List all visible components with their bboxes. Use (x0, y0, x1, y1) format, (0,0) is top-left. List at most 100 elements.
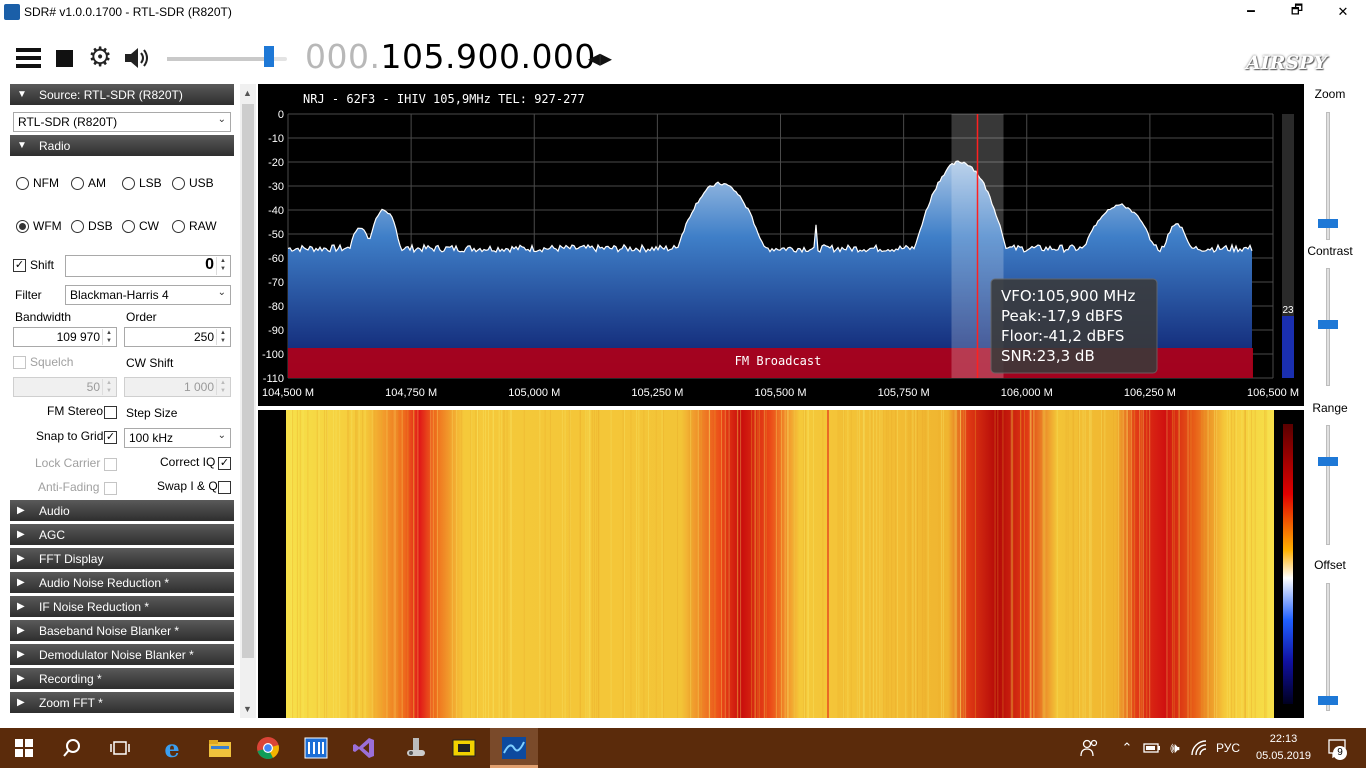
panel-header-zoom-fft[interactable]: ▶ Zoom FFT * (10, 692, 234, 713)
chrome-icon[interactable] (244, 728, 292, 768)
maximize-button[interactable]: 🗗 (1274, 0, 1320, 24)
calculator-app-icon[interactable] (292, 728, 340, 768)
panel-header-fft-display[interactable]: ▶ FFT Display (10, 548, 234, 569)
waterfall-display[interactable] (258, 410, 1304, 718)
input-language-indicator[interactable]: РУС (1216, 741, 1240, 755)
collapse-arrow-icon: ▼ (17, 89, 27, 100)
x-tick-label: 106,000 M (1001, 387, 1053, 399)
radio-button-icon (16, 176, 29, 190)
shift-input[interactable]: 0 ▲ ▼ (65, 255, 231, 277)
spectrum-display[interactable]: NRJ - 62F3 - IHIV 105,9MHz TEL: 927-277 0… (258, 84, 1304, 406)
x-tick-label: 105,750 M (878, 387, 930, 399)
contrast-slider[interactable] (1318, 320, 1338, 329)
clock-time: 22:13 (1269, 733, 1298, 745)
correct-iq-checkbox[interactable]: ✓ (218, 457, 231, 470)
frequency-display[interactable]: 000.105.900.000 (305, 37, 596, 76)
menu-icon[interactable] (16, 48, 41, 68)
scroll-up-icon[interactable]: ▲ (243, 88, 252, 98)
network-icon[interactable] (1187, 728, 1211, 768)
panel-header-baseband-noise-blanker[interactable]: ▶ Baseband Noise Blanker * (10, 620, 234, 641)
scroll-thumb[interactable] (242, 104, 254, 658)
source-device-select[interactable]: RTL-SDR (R820T) ⌄ (13, 112, 231, 132)
lock-carrier-label: Lock Carrier (35, 456, 101, 470)
sdrsharp-taskbar-icon[interactable] (490, 728, 538, 768)
expand-arrow-icon: ▶ (17, 553, 25, 564)
left-panel-scrollbar[interactable]: ▲ ▼ (240, 84, 256, 718)
mode-radio-dsb[interactable]: DSB (71, 219, 113, 233)
task-view-icon[interactable] (96, 728, 144, 768)
tune-arrows-icon[interactable]: ◂▸ (588, 44, 612, 73)
snr-meter-value: 23 (1282, 305, 1294, 316)
order-label: Order (126, 310, 157, 324)
radio-button-icon (71, 219, 84, 233)
anti-fading-checkbox[interactable] (104, 482, 117, 495)
step-size-select[interactable]: 100 kHz ⌄ (124, 428, 231, 448)
mode-radio-nfm[interactable]: NFM (16, 176, 59, 190)
search-icon[interactable] (48, 728, 96, 768)
mode-radio-raw[interactable]: RAW (172, 219, 217, 233)
x-tick-label: 105,500 M (755, 387, 807, 399)
range-slider[interactable] (1318, 457, 1338, 466)
y-tick-label: -40 (268, 205, 284, 217)
edge-icon[interactable]: e (148, 728, 196, 768)
chevron-down-icon: ⌄ (217, 430, 226, 441)
panel-header-label: Demodulator Noise Blanker * (39, 647, 194, 662)
x-tick-label: 105,000 M (508, 387, 560, 399)
scroll-down-icon[interactable]: ▼ (243, 704, 252, 714)
close-button[interactable]: ✕ (1320, 0, 1366, 24)
chevron-up-icon[interactable]: ⌃ (1114, 728, 1140, 768)
panel-header-audio-noise-reduction[interactable]: ▶ Audio Noise Reduction * (10, 572, 234, 593)
fm-stereo-checkbox[interactable] (104, 406, 117, 419)
clock[interactable]: 22:13 05.05.2019 (1256, 731, 1311, 765)
file-explorer-icon[interactable] (196, 728, 244, 768)
mode-radio-cw[interactable]: CW (122, 219, 159, 233)
order-input[interactable]: 250 ▲ ▼ (124, 327, 231, 347)
mode-radio-am[interactable]: AM (71, 176, 106, 190)
band-label: FM Broadcast (735, 354, 822, 368)
squelch-checkbox[interactable] (13, 356, 26, 369)
swap-iq-checkbox[interactable] (218, 481, 231, 494)
panel-header-label: Baseband Noise Blanker * (39, 623, 180, 638)
snr-meter-fill (1282, 316, 1294, 378)
panel-header-demodulator-noise-blanker[interactable]: ▶ Demodulator Noise Blanker * (10, 644, 234, 665)
filter-select[interactable]: Blackman-Harris 4 ⌄ (65, 285, 231, 305)
shift-checkbox[interactable]: ✓ (13, 259, 26, 272)
panel-header-audio[interactable]: ▶ Audio (10, 500, 234, 521)
zoom-slider[interactable] (1318, 219, 1338, 228)
tool-app-icon[interactable] (392, 728, 440, 768)
x-tick-label: 106,250 M (1124, 387, 1176, 399)
waterfall-image (286, 410, 1274, 718)
mode-radio-lsb[interactable]: LSB (122, 176, 162, 190)
windows-start-icon[interactable] (0, 728, 48, 768)
visual-studio-icon[interactable] (340, 728, 388, 768)
filter-label: Filter (15, 288, 42, 302)
mode-radio-usb[interactable]: USB (172, 176, 214, 190)
bandwidth-input[interactable]: 109 970 ▲ ▼ (13, 327, 117, 347)
mode-radio-wfm[interactable]: WFM (16, 219, 62, 233)
mode-radio-label: CW (139, 219, 159, 233)
stop-icon[interactable] (56, 50, 73, 67)
volume-icon[interactable]: 🕪 (1163, 728, 1187, 768)
offset-label: Offset (1314, 558, 1346, 572)
squelch-input[interactable]: 50 ▲ ▼ (13, 377, 117, 397)
speaker-icon[interactable] (123, 47, 151, 69)
panel-header-if-noise-reduction[interactable]: ▶ IF Noise Reduction * (10, 596, 234, 617)
snap-to-grid-checkbox[interactable]: ✓ (104, 431, 117, 444)
gear-icon[interactable]: ⚙ (88, 42, 112, 73)
lock-carrier-checkbox[interactable] (104, 458, 117, 471)
radio-panel-header[interactable]: ▼ Radio (10, 135, 234, 156)
volume-slider[interactable] (264, 46, 274, 67)
rds-text: NRJ - 62F3 - IHIV 105,9MHz TEL: 927-277 (303, 92, 585, 106)
panel-header-agc[interactable]: ▶ AGC (10, 524, 234, 545)
media-app-icon[interactable] (440, 728, 488, 768)
source-panel-header[interactable]: ▼ Source: RTL-SDR (R820T) (10, 84, 234, 105)
minimize-button[interactable]: 🗕 (1228, 0, 1274, 24)
mode-radio-label: LSB (139, 176, 162, 190)
panel-header-recording[interactable]: ▶ Recording * (10, 668, 234, 689)
offset-slider[interactable] (1318, 696, 1338, 705)
expand-arrow-icon: ▶ (17, 697, 25, 708)
people-icon[interactable] (1068, 728, 1112, 768)
cw-shift-input[interactable]: 1 000 ▲ ▼ (124, 377, 231, 397)
radio-button-icon (16, 219, 29, 233)
battery-icon[interactable] (1140, 728, 1164, 768)
